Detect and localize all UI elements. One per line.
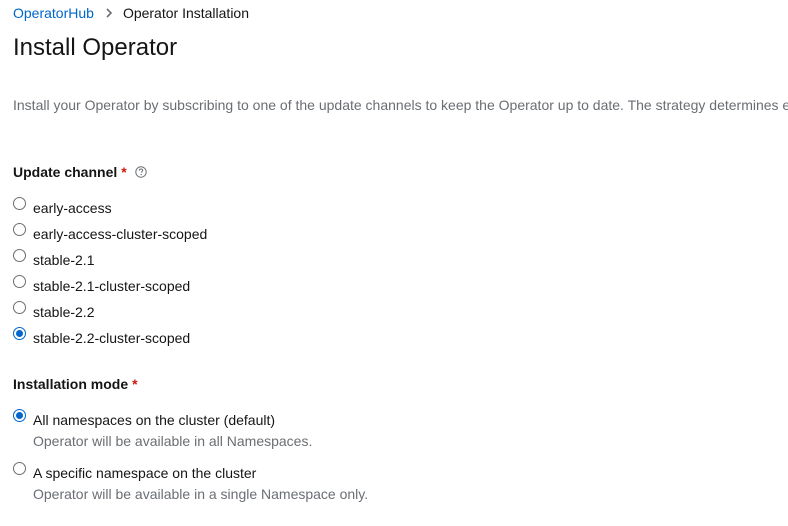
radio-label: A specific namespace on the cluster: [33, 465, 257, 481]
radio-button[interactable]: [13, 249, 26, 262]
radio-label: All namespaces on the cluster (default): [33, 412, 276, 428]
radio-option-stable-2-2-cluster-scoped[interactable]: stable-2.2-cluster-scoped: [13, 327, 191, 347]
radio-option-stable-2-1-cluster-scoped[interactable]: stable-2.1-cluster-scoped: [13, 275, 191, 295]
help-icon[interactable]: [135, 166, 147, 178]
page-description: Install your Operator by subscribing to …: [13, 97, 788, 113]
installation-mode-label: Installation mode *: [13, 375, 138, 393]
radio-button[interactable]: [13, 275, 26, 288]
chevron-right-icon: [106, 8, 112, 18]
radio-label: early-access: [33, 200, 112, 216]
radio-button[interactable]: [13, 301, 26, 314]
breadcrumb-current: Operator Installation: [122, 5, 250, 21]
radio-option-early-access-cluster-scoped[interactable]: early-access-cluster-scoped: [13, 223, 208, 243]
radio-option-description: Operator will be available in all Namesp…: [33, 433, 313, 449]
radio-button-selected[interactable]: [13, 327, 26, 340]
required-indicator: *: [121, 164, 127, 180]
page-title: Install Operator: [13, 34, 178, 61]
radio-label: early-access-cluster-scoped: [33, 226, 208, 242]
radio-option-specific-namespace[interactable]: A specific namespace on the cluster: [13, 462, 257, 482]
update-channel-label: Update channel *: [13, 163, 147, 181]
radio-button-selected[interactable]: [13, 409, 26, 422]
update-channel-label-text: Update channel: [13, 164, 118, 180]
radio-label: stable-2.1-cluster-scoped: [33, 278, 191, 294]
radio-label: stable-2.1: [33, 252, 95, 268]
radio-option-stable-2-2[interactable]: stable-2.2: [13, 301, 95, 321]
radio-label: stable-2.2: [33, 304, 95, 320]
radio-button[interactable]: [13, 197, 26, 210]
required-indicator: *: [132, 376, 138, 392]
radio-option-stable-2-1[interactable]: stable-2.1: [13, 249, 95, 269]
breadcrumb: OperatorHub Operator Installation: [13, 4, 249, 22]
radio-button[interactable]: [13, 462, 26, 475]
installation-mode-label-text: Installation mode: [13, 376, 129, 392]
breadcrumb-link-operatorhub[interactable]: OperatorHub: [13, 5, 94, 21]
radio-label: stable-2.2-cluster-scoped: [33, 330, 191, 346]
radio-button[interactable]: [13, 223, 26, 236]
radio-option-early-access[interactable]: early-access: [13, 197, 112, 217]
radio-option-all-namespaces[interactable]: All namespaces on the cluster (default): [13, 409, 276, 429]
radio-option-description: Operator will be available in a single N…: [33, 486, 369, 502]
